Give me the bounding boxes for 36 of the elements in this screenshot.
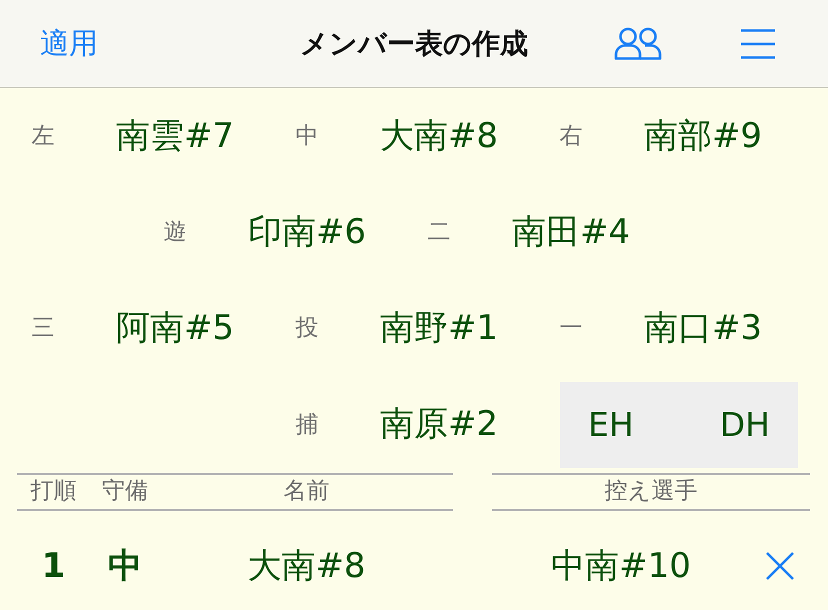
column-header: 控え選手 [604,478,698,506]
position-label: 右 [558,122,584,151]
people-button[interactable] [614,27,662,60]
bench-player-name: 中南#10 [550,546,692,586]
apply-button[interactable]: 適用 [40,26,98,61]
player-name[interactable]: 阿南#5 [68,308,282,350]
dh-option-button[interactable]: EH [588,405,634,445]
position-label: 左 [30,122,56,151]
menu-icon [741,28,775,58]
position-label: 二 [426,218,452,248]
position-label: 投 [294,314,320,344]
player-name[interactable]: 南雲#7 [68,116,282,157]
position-label: 三 [30,314,56,344]
player-name[interactable]: 大南#8 [332,116,546,157]
screen-title: メンバー表の作成 [300,26,528,62]
column-header: 名前 [282,478,330,506]
close-icon [766,552,794,580]
player-name[interactable]: 南原#2 [332,404,546,446]
position-label: 一 [558,314,584,344]
player-name-cell-text: 大南#8 [246,546,367,586]
position-label: 中 [294,122,320,151]
batting-order-cell-text: 1 [40,546,66,586]
player-name[interactable]: 南部#9 [596,116,810,157]
position-label: 遊 [162,218,188,248]
player-name[interactable]: 印南#6 [200,212,414,253]
position-label: 捕 [294,410,320,440]
player-name[interactable]: 南田#4 [464,212,678,253]
remove-button[interactable] [766,552,794,580]
menu-button[interactable] [741,28,775,58]
column-header: 打順 [30,478,78,506]
column-header: 守備 [101,478,149,506]
dh-option-button[interactable]: DH [720,405,770,445]
player-name[interactable]: 南口#3 [596,308,810,350]
player-name[interactable]: 南野#1 [332,308,546,350]
position-cell-text: 中 [107,546,143,586]
people-icon [614,27,662,60]
